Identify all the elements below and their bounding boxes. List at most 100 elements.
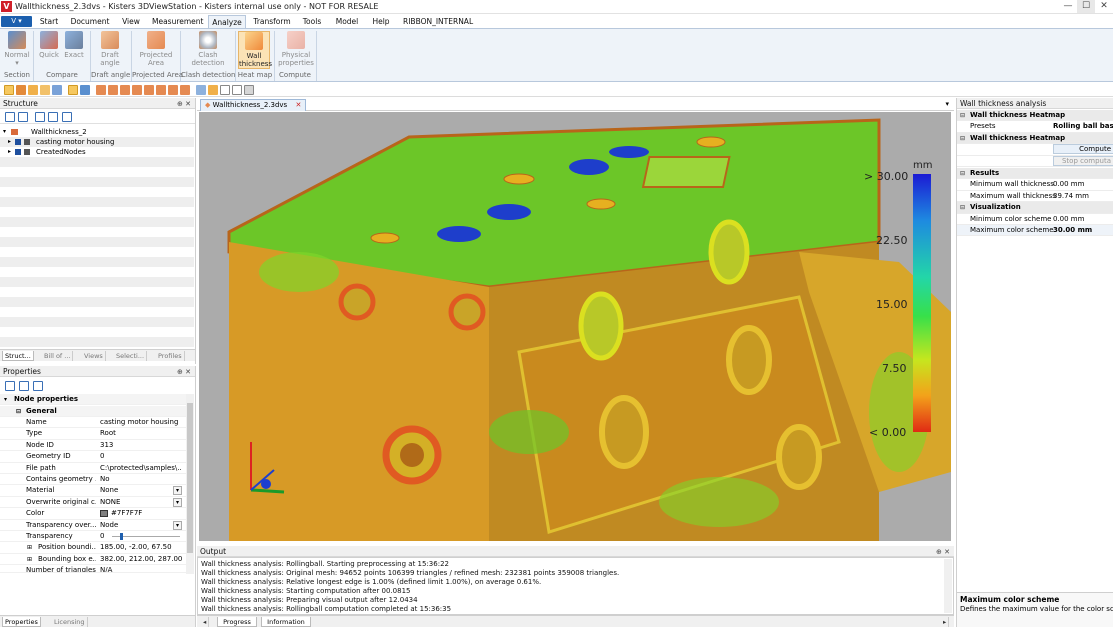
prop-row-type[interactable]: Type Root xyxy=(0,428,186,440)
pin-icon[interactable]: ⊕ ✕ xyxy=(177,99,191,110)
maximize-button[interactable]: ☐ xyxy=(1077,0,1095,13)
min-color-row[interactable]: Minimum color scheme 0.00 mm xyxy=(957,214,1113,225)
pan-tool-icon[interactable] xyxy=(28,85,38,95)
wall-thickness-button[interactable]: Wall thickness xyxy=(238,31,272,69)
tree-item-casting[interactable]: ▸ casting motor housing xyxy=(0,137,194,147)
heatmap-section-2[interactable]: ⊟ Wall thickness Heatmap xyxy=(957,132,1113,145)
prop-row-name[interactable]: Name casting motor housing xyxy=(0,417,186,429)
minimize-button[interactable]: — xyxy=(1059,0,1077,13)
properties-scrollbar[interactable] xyxy=(186,394,194,574)
measure-icon[interactable] xyxy=(196,85,206,95)
tab-analyze[interactable]: Analyze xyxy=(208,15,246,28)
tab-licensing[interactable]: Licensing xyxy=(52,617,88,627)
app-menu-button[interactable]: V ▾ xyxy=(1,16,32,27)
sort-icon[interactable] xyxy=(19,381,29,391)
prop-row-transparency-override[interactable]: Transparency over... Node ▾ xyxy=(0,520,186,531)
lighting-icon[interactable] xyxy=(244,85,254,95)
collapse-all-icon[interactable] xyxy=(18,112,28,122)
view-front-icon[interactable] xyxy=(96,85,106,95)
wireframe-icon[interactable] xyxy=(232,85,242,95)
tab-start[interactable]: Start xyxy=(38,15,60,28)
tab-document[interactable]: Document xyxy=(70,15,110,28)
visibility-icon[interactable] xyxy=(24,149,30,155)
fit-all-icon[interactable] xyxy=(68,85,78,95)
presets-row[interactable]: PresetsRolling ball based xyxy=(957,121,1113,133)
visualization-section[interactable]: ⊟ Visualization xyxy=(957,202,1113,214)
view-right-icon[interactable] xyxy=(132,85,142,95)
dropdown-icon[interactable]: ▾ xyxy=(173,486,182,496)
tab-measurement[interactable]: Measurement xyxy=(152,15,204,28)
close-tab-icon[interactable]: ✕ xyxy=(295,101,301,109)
compute-button[interactable]: Compute xyxy=(1053,144,1113,155)
tab-help[interactable]: Help xyxy=(370,15,392,28)
tab-tools[interactable]: Tools xyxy=(300,15,324,28)
checkbox-icon[interactable] xyxy=(15,139,21,145)
render-mode-icon[interactable] xyxy=(220,85,230,95)
tab-progress[interactable]: Progress xyxy=(217,617,257,627)
visibility-icon[interactable] xyxy=(24,139,30,145)
select-tool-icon[interactable] xyxy=(4,85,14,95)
tab-structure[interactable]: Struct... xyxy=(2,351,34,361)
prop-row-file-path[interactable]: File path C:\protected\samples\... xyxy=(0,463,186,474)
expand-all-icon[interactable] xyxy=(5,112,15,122)
prop-row-triangles[interactable]: Number of triangles N/A xyxy=(0,565,186,574)
document-tab[interactable]: ◆ Wallthickness_2.3dvs ✕ xyxy=(200,99,307,111)
categorized-icon[interactable] xyxy=(5,381,15,391)
tab-profiles[interactable]: Profiles xyxy=(156,351,185,361)
zoom-tool-icon[interactable] xyxy=(40,85,50,95)
tab-selections[interactable]: Selecti... xyxy=(114,351,148,361)
tab-transform[interactable]: Transform xyxy=(252,15,292,28)
transparency-slider-thumb[interactable] xyxy=(120,533,123,540)
prop-row-bounding-box[interactable]: ⊞ Bounding box e... 382.00, 212.00, 287.00 xyxy=(0,554,186,566)
compare-quick-button[interactable]: Quick xyxy=(37,31,61,59)
rotate-view-icon[interactable] xyxy=(208,85,218,95)
max-color-row[interactable]: Maximum color scheme 30.00 mm xyxy=(957,225,1113,237)
dropdown-icon[interactable]: ▾ xyxy=(173,520,182,530)
projected-area-button[interactable]: Projected Area xyxy=(136,31,176,67)
color-swatch[interactable] xyxy=(100,510,108,518)
expand-arrow-icon[interactable]: ▸ xyxy=(8,147,11,157)
general-group[interactable]: ⊟ General xyxy=(0,405,186,417)
draft-angle-button[interactable]: Draft angle xyxy=(94,31,126,67)
tree-item-created-nodes[interactable]: ▸ CreatedNodes xyxy=(0,147,194,157)
prop-row-node-id[interactable]: Node ID 313 xyxy=(0,440,186,452)
3d-viewport[interactable]: mm > 30.00 22.50 15.00 7.50 < 0.00 xyxy=(199,112,951,541)
tab-list-icon[interactable]: ▾ xyxy=(945,100,949,108)
prop-row-position-bounding[interactable]: ⊞ Position boundi... 185.00, -2.00, 67.50 xyxy=(0,542,186,554)
close-button[interactable]: ✕ xyxy=(1095,0,1113,13)
refresh-icon[interactable] xyxy=(33,381,43,391)
view-back-icon[interactable] xyxy=(108,85,118,95)
scroll-left-icon[interactable]: ◂ xyxy=(201,617,210,627)
checkbox-icon[interactable] xyxy=(15,149,21,155)
dropdown-icon[interactable]: ▾ xyxy=(173,497,182,507)
stop-computation-button[interactable]: Stop computa xyxy=(1053,155,1113,166)
view-iso2-icon[interactable] xyxy=(180,85,190,95)
view-iso-icon[interactable] xyxy=(168,85,178,95)
heatmap-section[interactable]: ⊟ Wall thickness Heatmap xyxy=(957,110,1113,122)
fit-selection-icon[interactable] xyxy=(80,85,90,95)
expand-icon[interactable] xyxy=(35,112,45,122)
filter-icon[interactable] xyxy=(62,112,72,122)
expand-arrow-icon[interactable]: ▸ xyxy=(8,137,11,147)
zoom-box-icon[interactable] xyxy=(52,85,62,95)
rotate-tool-icon[interactable] xyxy=(16,85,26,95)
results-section[interactable]: ⊟ Results xyxy=(957,168,1113,180)
scroll-right-icon[interactable]: ▸ xyxy=(941,617,950,627)
output-log[interactable]: Wall thickness analysis: Rollingball. St… xyxy=(197,557,954,615)
tab-properties[interactable]: Properties xyxy=(2,617,41,627)
prop-row-color[interactable]: Color #7F7F7F xyxy=(0,508,186,520)
tab-ribbon-internal[interactable]: RIBBON_INTERNAL xyxy=(403,15,473,28)
physical-properties-button[interactable]: Physical properties xyxy=(278,31,314,67)
view-left-icon[interactable] xyxy=(120,85,130,95)
collapse-icon[interactable] xyxy=(48,112,58,122)
compare-exact-button[interactable]: Exact xyxy=(62,31,86,59)
tab-information[interactable]: Information xyxy=(261,617,311,627)
node-properties-section[interactable]: ▾ Node properties xyxy=(0,394,186,406)
tab-model[interactable]: Model xyxy=(334,15,360,28)
pin-icon[interactable]: ⊕ ✕ xyxy=(177,367,191,378)
clash-detection-button[interactable]: Clash detection xyxy=(184,31,232,67)
tab-views[interactable]: Views xyxy=(82,351,106,361)
tree-item-root[interactable]: ▾ Wallthickness_2 xyxy=(0,127,194,137)
tab-bill-of-materials[interactable]: Bill of ... xyxy=(42,351,74,361)
prop-row-contains-geometry[interactable]: Contains geometry ... No xyxy=(0,474,186,486)
